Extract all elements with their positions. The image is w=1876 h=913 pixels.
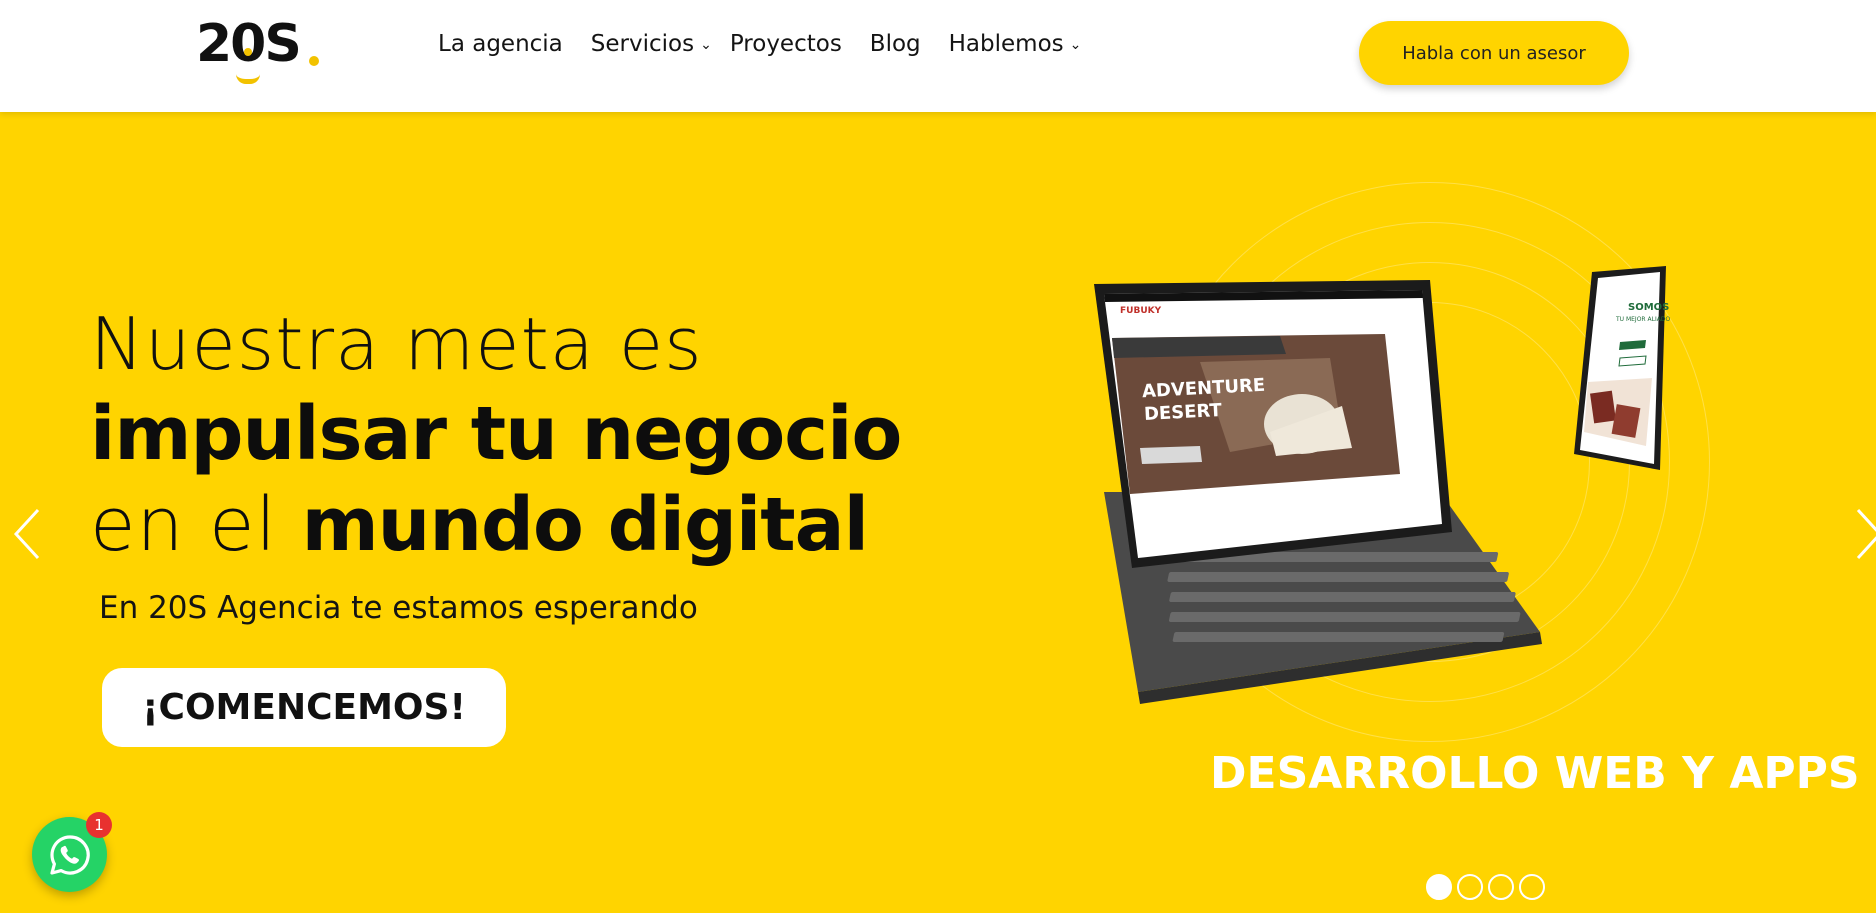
slider-dot-3[interactable] [1488,874,1514,900]
notification-badge: 1 [86,812,112,838]
hero-slider: Nuestra meta es impulsar tu negocio en e… [0,112,1876,913]
slider-pagination [1426,874,1550,900]
nav-item-label: La agencia [438,31,563,57]
phone-title-2: TU MEJOR ALIADO [1616,316,1671,323]
nav-item-label: Servicios [590,31,695,57]
logo-dot-icon [309,56,319,66]
site-header: 20S La agencia Servicios ⌄ Proyectos Blo… [0,0,1876,112]
tablet-headline-2: DESERT [1143,399,1223,426]
slider-dot-4[interactable] [1519,874,1545,900]
chevron-down-icon: ⌄ [1069,37,1082,53]
hero-heading-line3-light: en el [90,482,302,568]
slider-next-arrow-icon[interactable] [1848,504,1876,564]
hero-heading-line1: Nuestra meta es [90,302,703,386]
chevron-down-icon: ⌄ [700,37,712,53]
logo-eye-icon [244,48,252,56]
nav-item-servicios[interactable]: Servicios ⌄ [591,31,712,57]
whatsapp-icon [49,834,90,875]
main-nav: La agencia Servicios ⌄ Proyectos Blog Ha… [438,24,1109,64]
hero-subtitle: En 20S Agencia te estamos esperando [99,590,698,626]
nav-item-la-agencia[interactable]: La agencia [438,31,563,57]
nav-item-hablemos[interactable]: Hablemos ⌄ [949,31,1082,57]
nav-item-label: Hablemos [948,31,1064,57]
hero-heading-line2: impulsar tu negocio [90,391,902,477]
start-button[interactable]: ¡COMENCEMOS! [102,668,506,747]
phone-title-1: SOMOS [1628,302,1670,313]
devices-mockup-image: FUBUKY ADVENTURE DESERT SOMOS TU MEJOR A… [1080,182,1800,752]
nav-item-label: Blog [869,31,921,57]
nav-item-label: Proyectos [729,31,842,57]
hero-heading-line3-bold: mundo digital [301,482,869,568]
nav-item-blog[interactable]: Blog [870,31,921,57]
hero-heading-line3: en el mundo digital [90,482,869,568]
slider-dot-1[interactable] [1426,874,1452,900]
slider-prev-arrow-icon[interactable] [8,504,48,564]
logo[interactable]: 20S [196,14,320,84]
slide-caption: DESARROLLO WEB Y APPS [1210,748,1860,799]
nav-item-proyectos[interactable]: Proyectos [730,31,842,57]
tablet-brand: FUBUKY [1120,306,1162,316]
logo-smile-icon [236,74,260,84]
talk-to-advisor-button[interactable]: Habla con un asesor [1359,21,1629,85]
logo-text: 20S [196,14,302,74]
slider-dot-2[interactable] [1457,874,1483,900]
